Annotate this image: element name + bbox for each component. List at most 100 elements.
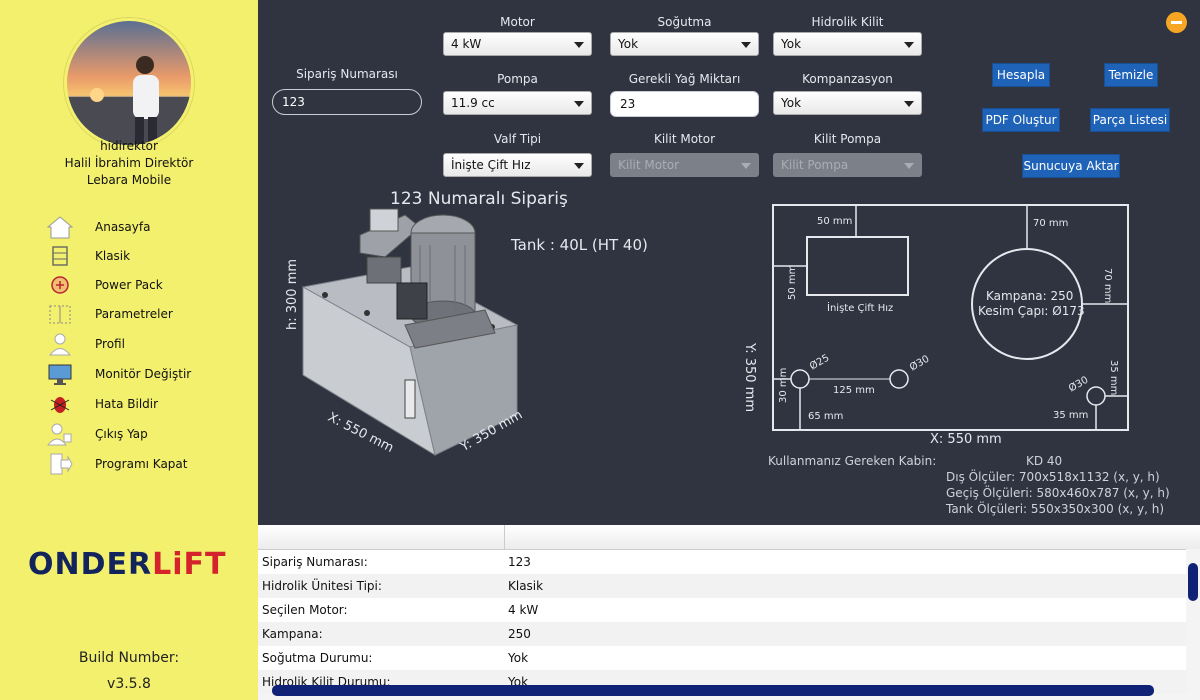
- dim-70-side: 70 mm: [1102, 268, 1113, 304]
- sunucuya-aktar-button[interactable]: Sunucuya Aktar: [1022, 154, 1120, 178]
- sidebar-item-label: Klasik: [95, 249, 131, 263]
- valve-type-label: İnişte Çift Hız: [827, 303, 894, 314]
- kabin-gecis-olculer: Geçiş Ölçüleri: 580x460x787 (x, y, h): [946, 486, 1170, 500]
- company-name: Lebara Mobile: [86, 173, 172, 187]
- table-row[interactable]: Hidrolik Ünitesi Tipi: Klasik: [258, 574, 1188, 598]
- sidebar-item-label: Anasayfa: [95, 220, 151, 234]
- hidrolik-kilit-select[interactable]: Yok: [773, 32, 922, 56]
- table-row[interactable]: Kampana: 250: [258, 622, 1188, 646]
- onderlift-logo: ONDERLiFT: [28, 547, 226, 579]
- motor-select[interactable]: 4 kW: [443, 32, 592, 56]
- sidebar-item-label: Profil: [95, 337, 125, 351]
- sidebar-item-label: Parametreler: [95, 307, 173, 321]
- dim-125: 125 mm: [833, 385, 875, 396]
- pdf-olustur-button[interactable]: PDF Oluştur: [982, 108, 1060, 132]
- build-number-value: v3.5.8: [107, 676, 151, 692]
- kompanzasyon-select[interactable]: Yok: [773, 91, 922, 115]
- parca-listesi-button[interactable]: Parça Listesi: [1090, 108, 1170, 132]
- sidebar-item-programi-kapat[interactable]: Programı Kapat: [46, 450, 246, 478]
- vertical-scroll-thumb[interactable]: [1188, 563, 1198, 601]
- profile-icon: [46, 331, 74, 357]
- pompa-select[interactable]: 11.9 cc: [443, 91, 592, 115]
- kabin-label: Kullanmanız Gereken Kabin:: [768, 454, 937, 468]
- chevron-down-icon: [574, 101, 584, 107]
- sogutma-select[interactable]: Yok: [610, 32, 759, 56]
- logout-user-icon: [46, 421, 74, 447]
- sogutma-label: Soğutma: [657, 15, 712, 29]
- kompanzasyon-label: Kompanzasyon: [802, 72, 893, 86]
- build-number-label: Build Number:: [78, 650, 180, 666]
- kilit-pompa-select[interactable]: Kilit Pompa: [773, 153, 922, 177]
- power-pack-icon: [46, 272, 74, 298]
- top-view-diagram: [772, 204, 1129, 431]
- klasik-icon: [46, 243, 74, 269]
- sidebar: hidirektor Halil İbrahim Direktör Lebara…: [0, 0, 258, 700]
- minimize-icon[interactable]: [1166, 12, 1187, 33]
- sidebar-item-label: Power Pack: [95, 278, 163, 292]
- username: hidirektor: [100, 139, 158, 153]
- dim-50-top: 50 mm: [817, 216, 853, 227]
- diagram-y-axis: Y: 350 mm: [742, 343, 757, 412]
- home-icon: [46, 214, 74, 240]
- kilit-pompa-label: Kilit Pompa: [813, 132, 882, 146]
- sidebar-item-label: Monitör Değiştir: [95, 367, 192, 381]
- sidebar-item-power-pack[interactable]: Power Pack: [46, 271, 246, 299]
- svg-text:ONDERLiFT: ONDERLiFT: [28, 547, 226, 579]
- kilit-motor-label: Kilit Motor: [653, 132, 716, 146]
- kesim-capi-label: Kesim Çapı: Ø173: [978, 304, 1085, 318]
- monitor-icon: [46, 361, 74, 387]
- exit-icon: [46, 451, 74, 477]
- yag-miktari-input[interactable]: 23: [610, 91, 759, 117]
- kabin-tank-olculer: Tank Ölçüleri: 550x350x300 (x, y, h): [946, 502, 1165, 516]
- sidebar-item-parametreler[interactable]: Parametreler: [46, 300, 246, 328]
- valf-tipi-select[interactable]: İnişte Çift Hız: [443, 153, 592, 177]
- kabin-name: KD 40: [1026, 454, 1063, 468]
- avatar-photo: [67, 21, 191, 145]
- sidebar-item-cikis-yap[interactable]: Çıkış Yap: [46, 420, 246, 448]
- chevron-down-icon: [574, 163, 584, 169]
- siparis-label: Sipariş Numarası: [296, 67, 398, 81]
- sidebar-item-profil[interactable]: Profil: [46, 330, 246, 358]
- vertical-scrollbar[interactable]: [1186, 549, 1200, 688]
- diagram-x-axis: X: 550 mm: [930, 432, 1002, 447]
- chevron-down-icon: [904, 42, 914, 48]
- horizontal-scroll-thumb[interactable]: [272, 685, 1154, 696]
- table-header: [258, 525, 1200, 550]
- siparis-input[interactable]: 123: [272, 89, 422, 115]
- pompa-label: Pompa: [497, 72, 538, 86]
- summary-table: Sipariş Numarası: 123 Hidrolik Ünitesi Ti…: [258, 525, 1200, 700]
- bug-icon: [46, 391, 74, 417]
- chevron-down-icon: [741, 42, 751, 48]
- kabin-dis-olculer: Dış Ölçüler: 700x518x1132 (x, y, h): [946, 470, 1160, 484]
- dim-35-side: 35 mm: [1108, 360, 1119, 396]
- sidebar-item-klasik[interactable]: Klasik: [46, 242, 246, 270]
- dim-30-side: 30 mm: [778, 367, 789, 403]
- hesapla-button[interactable]: Hesapla: [992, 63, 1050, 87]
- chevron-down-icon: [904, 163, 914, 169]
- kilit-motor-select[interactable]: Kilit Motor: [610, 153, 759, 177]
- table-row[interactable]: Seçilen Motor: 4 kW: [258, 598, 1188, 622]
- sidebar-item-label: Çıkış Yap: [95, 427, 148, 441]
- sidebar-item-monitor[interactable]: Monitör Değiştir: [46, 360, 246, 388]
- sidebar-item-label: Programı Kapat: [95, 457, 188, 471]
- motor-label: Motor: [500, 15, 535, 29]
- chevron-down-icon: [904, 101, 914, 107]
- table-row[interactable]: Sipariş Numarası: 123: [258, 550, 1188, 574]
- dim-35-bottom: 35 mm: [1053, 410, 1089, 421]
- dim-65: 65 mm: [808, 411, 844, 422]
- valf-tipi-label: Valf Tipi: [493, 132, 542, 146]
- table-row[interactable]: Soğutma Durumu: Yok: [258, 646, 1188, 670]
- sidebar-item-hata-bildir[interactable]: Hata Bildir: [46, 390, 246, 418]
- parameters-icon: [46, 301, 74, 327]
- chevron-down-icon: [574, 42, 584, 48]
- yag-miktari-label: Gerekli Yağ Miktarı: [628, 72, 741, 86]
- kampana-label: Kampana: 250: [986, 289, 1074, 303]
- temizle-button[interactable]: Temizle: [1104, 63, 1158, 87]
- sidebar-item-label: Hata Bildir: [95, 397, 159, 411]
- dim-50-side: 50 mm: [787, 264, 798, 300]
- dim-70-top: 70 mm: [1033, 218, 1069, 229]
- avatar[interactable]: [64, 18, 194, 148]
- hidrolik-kilit-label: Hidrolik Kilit: [811, 15, 884, 29]
- height-label: h: 300 mm: [285, 258, 300, 330]
- sidebar-item-anasayfa[interactable]: Anasayfa: [46, 213, 246, 241]
